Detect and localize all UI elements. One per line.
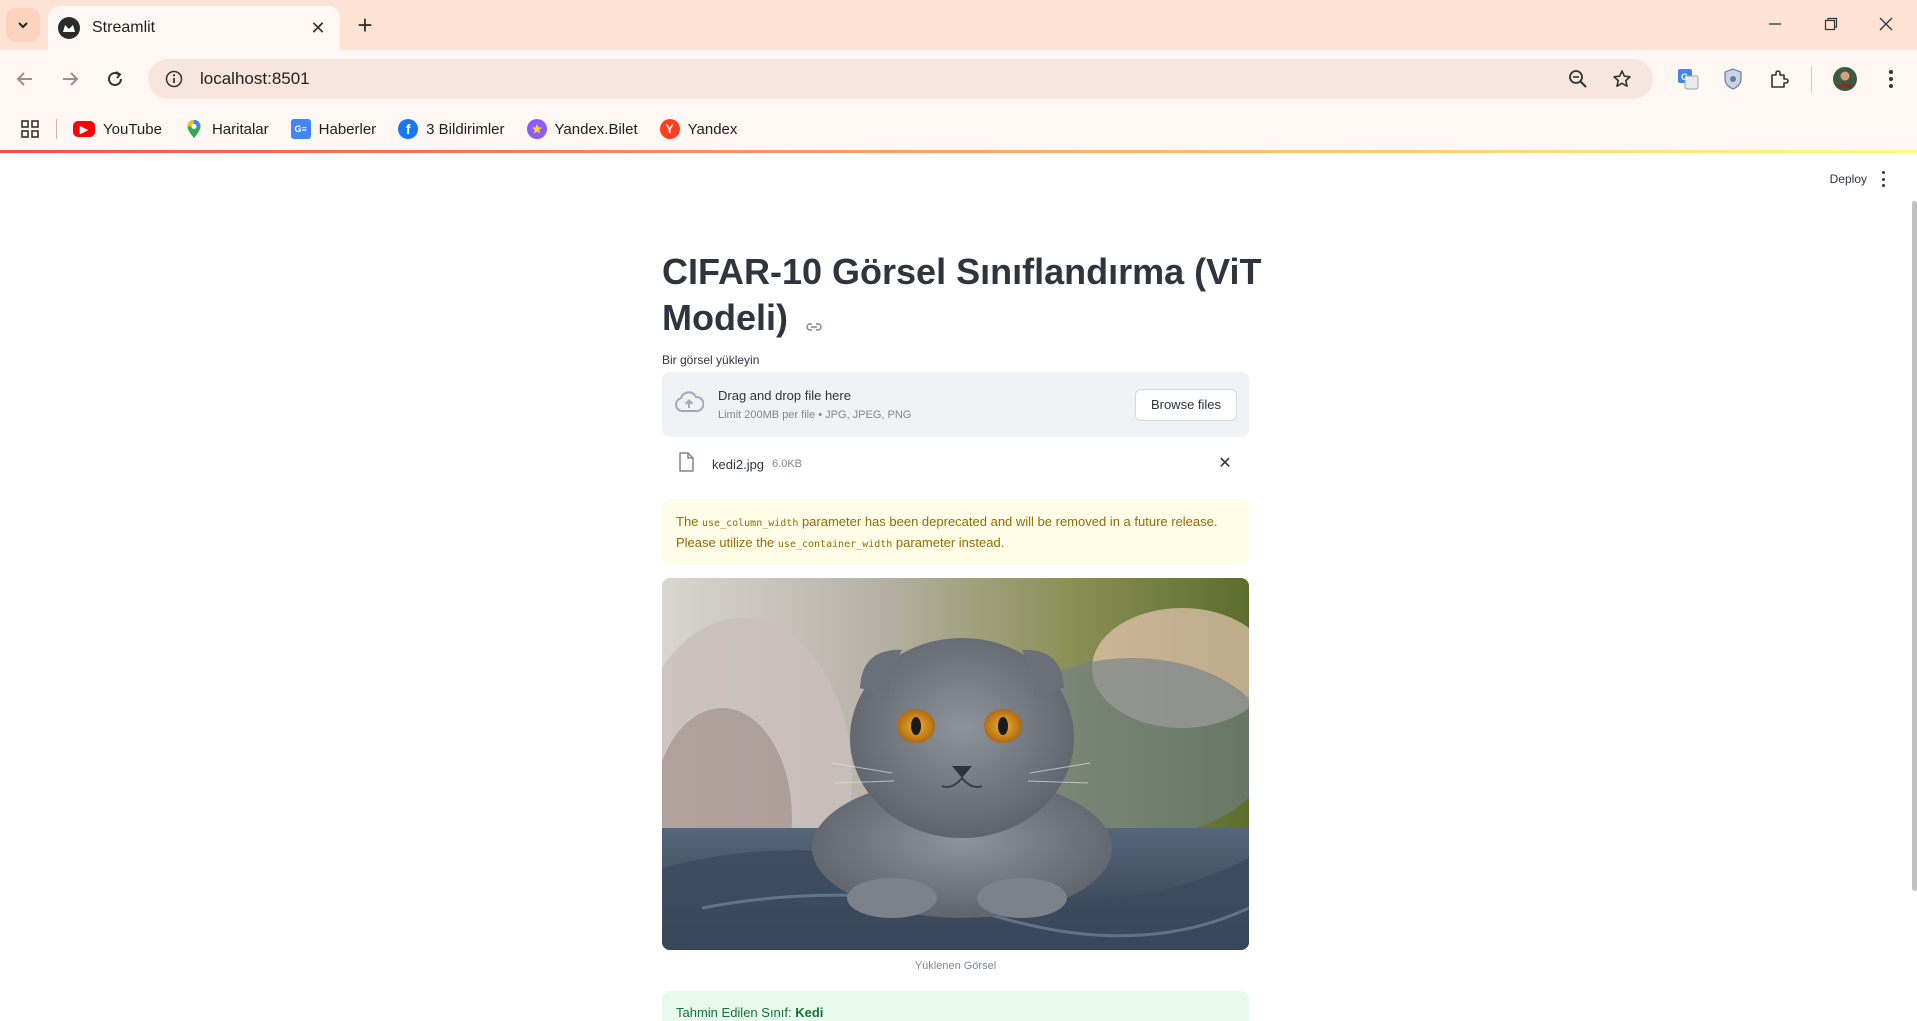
uploaded-file-row: kedi2.jpg 6.0KB ✕: [662, 443, 1249, 485]
cat-photo: [662, 578, 1249, 950]
page-title-line1: CIFAR-10 Görsel Sınıflandırma (ViT: [662, 251, 1262, 292]
bookmark-haberler[interactable]: G≡ Haberler: [290, 119, 377, 139]
dropzone-drag-text: Drag and drop file here: [718, 388, 851, 403]
shield-extension-icon[interactable]: [1716, 62, 1750, 96]
translate-extension-icon[interactable]: G: [1671, 62, 1705, 96]
streamlit-app: Deploy CIFAR-10 Görsel Sınıflandırma (Vi…: [0, 153, 1917, 1021]
uploaded-image: [662, 578, 1249, 950]
cloud-upload-icon: [674, 391, 705, 418]
profile-avatar[interactable]: [1828, 62, 1862, 96]
bookmark-label: Haberler: [318, 120, 377, 138]
bookmark-star-icon[interactable]: [1605, 62, 1639, 96]
svg-text:G: G: [1681, 72, 1688, 82]
address-bar[interactable]: localhost:8501: [148, 59, 1653, 99]
close-icon: [1879, 17, 1893, 31]
news-icon: G≡: [290, 119, 311, 139]
close-tab-icon[interactable]: ✕: [306, 16, 330, 40]
browse-files-button[interactable]: Browse files: [1135, 388, 1237, 421]
toolbar-divider: [1811, 66, 1812, 92]
arrow-right-icon: [63, 72, 79, 86]
page-title-line2: Modeli): [662, 297, 788, 338]
page-title: CIFAR-10 Görsel Sınıflandırma (ViT Model…: [662, 249, 1262, 343]
bookmark-haritalar[interactable]: Haritalar: [184, 119, 269, 139]
page-scrollbar[interactable]: [1912, 201, 1917, 891]
apps-grid-icon: [21, 120, 39, 138]
prediction-value: Kedi: [795, 1005, 824, 1020]
main-menu-icon[interactable]: [1875, 169, 1891, 189]
facebook-icon: f: [398, 119, 419, 139]
forward-button[interactable]: [53, 62, 87, 96]
streamlit-favicon-icon: [58, 17, 80, 39]
arrow-left-icon: [16, 72, 32, 86]
dropzone-instructions: Drag and drop file here Limit 200MB per …: [718, 388, 1135, 421]
warning-text: parameter instead.: [892, 535, 1005, 550]
file-icon: [678, 451, 694, 477]
browser-tab[interactable]: Streamlit ✕: [48, 6, 340, 50]
bookmark-label: YouTube: [103, 120, 162, 138]
deprecation-warning: The use_column_width parameter has been …: [662, 499, 1249, 565]
minimize-button[interactable]: [1755, 8, 1795, 40]
prediction-label: Tahmin Edilen Sınıf:: [676, 1005, 796, 1020]
bookmark-youtube[interactable]: ▶ YouTube: [73, 121, 162, 138]
back-button[interactable]: [8, 62, 42, 96]
warning-code-use-column-width: use_column_width: [702, 518, 799, 529]
link-anchor-icon[interactable]: [806, 297, 822, 343]
warning-code-use-container-width: use_container_width: [777, 539, 893, 550]
bookmark-label: Yandex.Bilet: [554, 120, 638, 138]
minimize-icon: [1769, 23, 1781, 25]
uploader-label: Bir görsel yükleyin: [662, 353, 760, 367]
new-tab-button[interactable]: +: [350, 10, 380, 40]
extensions-puzzle-icon[interactable]: [1762, 62, 1796, 96]
reload-icon: [108, 71, 122, 86]
url-text: localhost:8501: [200, 69, 310, 88]
bookmark-label: 3 Bildirimler: [426, 120, 505, 138]
file-dropzone[interactable]: Drag and drop file here Limit 200MB per …: [662, 372, 1249, 437]
image-caption: Yüklenen Görsel: [914, 960, 997, 972]
uploaded-file-name: kedi2.jpg: [712, 456, 765, 472]
reload-button[interactable]: [98, 62, 132, 96]
close-window-button[interactable]: [1866, 8, 1906, 40]
yandex-bilet-icon: [526, 119, 547, 139]
site-info-icon[interactable]: [162, 67, 186, 91]
deploy-button[interactable]: Deploy: [1830, 172, 1867, 186]
prediction-result: Tahmin Edilen Sınıf: Kedi: [662, 991, 1249, 1021]
remove-file-icon[interactable]: ✕: [1215, 453, 1235, 473]
restore-button[interactable]: [1811, 8, 1851, 40]
uploaded-file-size: 6.0KB: [772, 458, 803, 470]
browser-tab-bar: Streamlit ✕ +: [0, 0, 1917, 50]
bookmark-facebook[interactable]: f 3 Bildirimler: [398, 119, 505, 139]
yandex-icon: Y: [659, 119, 680, 139]
bookmarks-divider: [56, 119, 57, 139]
bookmark-yandex-bilet[interactable]: Yandex.Bilet: [526, 119, 638, 139]
maps-pin-icon: [184, 119, 204, 139]
browser-menu-icon[interactable]: [1874, 62, 1908, 96]
browser-toolbar: localhost:8501 G: [0, 50, 1917, 108]
tab-search-button[interactable]: [6, 8, 40, 42]
dropzone-limit-text: Limit 200MB per file • JPG, JPEG, PNG: [718, 409, 912, 421]
tab-title: Streamlit: [92, 19, 156, 36]
youtube-icon: ▶: [73, 121, 95, 137]
bookmark-label: Haritalar: [211, 120, 269, 138]
zoom-icon[interactable]: [1561, 62, 1595, 96]
chevron-down-icon: [18, 22, 28, 29]
restore-icon: [1824, 17, 1838, 31]
bookmark-yandex[interactable]: Y Yandex: [659, 119, 738, 139]
bookmarks-bar: ▶ YouTube Haritalar G≡ Haberler f 3 Bild…: [0, 108, 1917, 150]
apps-grid-button[interactable]: [20, 119, 40, 139]
bookmark-label: Yandex: [687, 120, 738, 138]
warning-text: The: [676, 514, 703, 529]
